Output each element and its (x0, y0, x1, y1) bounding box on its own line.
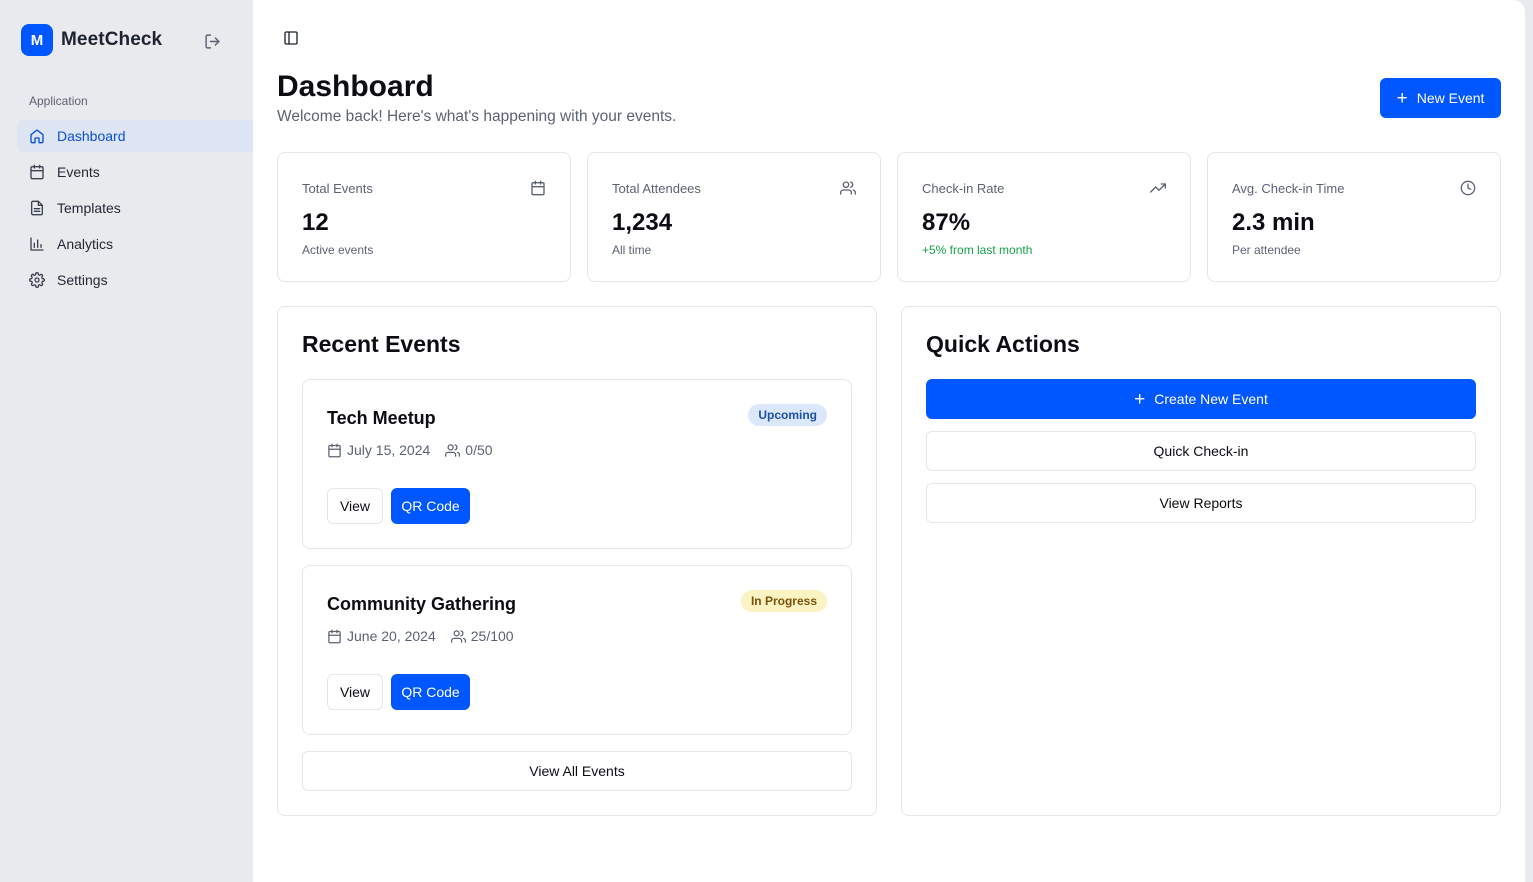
stat-value: 1,234 (612, 209, 673, 236)
stat-value: 12 (302, 209, 329, 236)
stat-note: +5% from last month (922, 243, 1033, 257)
quick-actions-panel: Quick Actions + Create New Event Quick C… (901, 306, 1501, 816)
logout-button[interactable] (201, 30, 223, 52)
new-event-button[interactable]: + New Event (1380, 78, 1501, 118)
plus-icon: + (1134, 388, 1146, 410)
sidebar-item-settings[interactable]: Settings (17, 264, 253, 296)
stat-note: Per attendee (1232, 243, 1301, 257)
stat-label: Avg. Check-in Time (1232, 181, 1345, 196)
stat-card-checkin-rate: Check-in Rate 87% +5% from last month (897, 152, 1191, 282)
calendar-icon (327, 443, 342, 458)
document-icon (29, 200, 45, 216)
view-all-events-button[interactable]: View All Events (302, 751, 852, 791)
brand-logo: M (21, 24, 53, 56)
event-date: July 15, 2024 (347, 442, 431, 458)
recent-events-panel: Recent Events Tech Meetup Upcoming July … (277, 306, 877, 816)
users-icon (445, 443, 461, 458)
panel-left-icon (284, 31, 298, 45)
page-subtitle: Welcome back! Here's what's happening wi… (277, 108, 677, 125)
clock-icon (1460, 180, 1476, 196)
home-icon (29, 128, 45, 144)
event-meta: July 15, 2024 0/50 (327, 442, 508, 458)
gear-icon (29, 272, 45, 288)
status-badge: In Progress (740, 590, 827, 612)
stat-note: All time (612, 243, 652, 257)
stat-value: 87% (922, 209, 971, 236)
sidebar-toggle-button[interactable] (281, 28, 301, 48)
sidebar-item-analytics[interactable]: Analytics (17, 228, 253, 260)
sidebar-item-label: Dashboard (57, 128, 126, 144)
calendar-icon (29, 164, 45, 180)
sidebar-item-label: Templates (57, 200, 121, 216)
quick-checkin-button[interactable]: Quick Check-in (926, 431, 1476, 471)
stat-label: Total Attendees (612, 181, 701, 196)
stat-card-avg-checkin-time: Avg. Check-in Time 2.3 min Per attendee (1207, 152, 1501, 282)
logout-icon (204, 33, 220, 49)
main-content: Dashboard Welcome back! Here's what's ha… (253, 0, 1525, 882)
event-date: June 20, 2024 (347, 628, 436, 644)
qr-code-button[interactable]: QR Code (391, 488, 470, 524)
panel-title: Quick Actions (926, 331, 1080, 357)
view-reports-button[interactable]: View Reports (926, 483, 1476, 523)
users-icon (450, 629, 466, 644)
event-card: Community Gathering In Progress June 20,… (302, 565, 852, 735)
event-name: Community Gathering (327, 594, 517, 614)
event-name: Tech Meetup (327, 408, 436, 428)
sidebar-item-dashboard[interactable]: Dashboard (17, 120, 253, 152)
calendar-icon (530, 180, 546, 196)
trending-up-icon (1150, 180, 1166, 196)
sidebar-item-label: Events (57, 164, 100, 180)
stat-label: Check-in Rate (922, 181, 1005, 196)
create-new-event-label: Create New Event (1154, 391, 1268, 407)
brand-name: MeetCheck (61, 29, 163, 50)
app-root: M MeetCheck Application Dashboard Events (0, 0, 1533, 882)
calendar-icon (327, 629, 342, 644)
bar-chart-icon (29, 236, 45, 252)
event-card: Tech Meetup Upcoming July 15, 2024 0/50 (302, 379, 852, 549)
sidebar-item-events[interactable]: Events (17, 156, 253, 188)
sidebar-item-label: Settings (57, 272, 108, 288)
qr-code-button[interactable]: QR Code (391, 674, 470, 710)
create-new-event-button[interactable]: + Create New Event (926, 379, 1476, 419)
view-event-button[interactable]: View (327, 488, 383, 524)
sidebar-item-templates[interactable]: Templates (17, 192, 253, 224)
panel-title: Recent Events (302, 331, 461, 357)
page-title: Dashboard (277, 70, 434, 103)
sidebar-nav: Dashboard Events Templates Analytics Set… (17, 120, 253, 300)
status-badge: Upcoming (748, 404, 827, 426)
sidebar-section-label: Application (29, 94, 88, 108)
stat-value: 2.3 min (1232, 209, 1315, 236)
view-event-button[interactable]: View (327, 674, 383, 710)
users-icon (840, 180, 856, 196)
brand[interactable]: M MeetCheck (21, 24, 162, 56)
stat-label: Total Events (302, 181, 373, 196)
event-meta: June 20, 2024 25/100 (327, 628, 529, 644)
stat-card-total-attendees: Total Attendees 1,234 All time (587, 152, 881, 282)
sidebar-item-label: Analytics (57, 236, 114, 252)
event-attendees: 25/100 (470, 628, 514, 644)
plus-icon: + (1396, 87, 1408, 109)
new-event-label: New Event (1416, 90, 1485, 106)
event-attendees: 0/50 (465, 442, 493, 458)
stat-card-total-events: Total Events 12 Active events (277, 152, 571, 282)
sidebar: M MeetCheck Application Dashboard Events (0, 0, 253, 882)
stat-note: Active events (302, 243, 374, 257)
